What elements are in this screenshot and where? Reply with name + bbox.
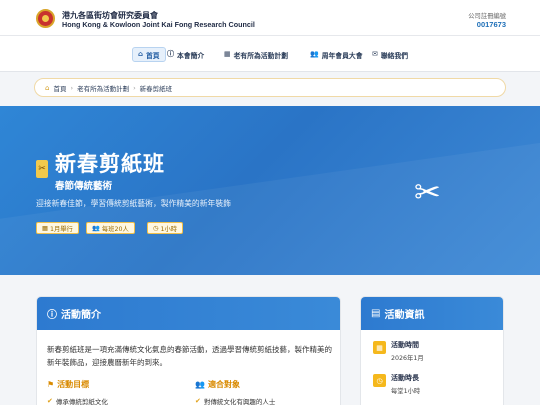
info-icon: ⓘ	[47, 310, 57, 321]
goals-heading: ⚑ 活動目標	[47, 379, 89, 390]
breadcrumb-parent[interactable]: 老有所為活動計劃	[77, 83, 129, 93]
nav-item-label: 本會簡介	[177, 51, 205, 60]
scissors-badge-icon: ✂	[36, 160, 48, 178]
tag-label: 1小時	[160, 225, 178, 233]
tag-month: ▦ 1月舉行	[36, 222, 79, 234]
nav-item-label: 周年會員大會	[321, 51, 363, 60]
scissors-icon: ✂	[414, 173, 441, 211]
nav-item-label: 首頁	[146, 51, 160, 60]
nav-item-label: 聯絡我們	[380, 51, 409, 60]
card-header: ▤ 活動資訊	[361, 297, 503, 330]
info-item-time: ▦ 活動時間 2026年1月	[373, 340, 424, 362]
calendar-icon: ▦	[42, 224, 48, 232]
check-icon: ✔	[47, 397, 53, 405]
page-title: 新春剪紙班	[55, 152, 165, 176]
breadcrumb: ⌂ 首頁 › 老有所為活動計劃 › 新春剪紙班	[34, 78, 506, 97]
flag-icon: ⚑	[47, 380, 55, 389]
envelope-icon: ✉	[372, 50, 378, 58]
audience-heading: 👥 適合對象	[195, 379, 240, 390]
site-header: 港九各區街坊會研究委員會 Hong Kong & Kowloon Joint K…	[0, 0, 540, 36]
activity-intro-card: ⓘ 活動簡介 新春剪紙班是一項充滿傳統文化氣息的春節活動，透過學習傳統剪紙技藝，…	[36, 296, 341, 405]
tag-class-size: 👥 每班20人	[86, 222, 135, 234]
nav-item-agm[interactable]: 👥 周年會員大會	[305, 47, 368, 62]
tag-label: 1月舉行	[49, 225, 73, 233]
clock-icon: ◷	[153, 224, 159, 232]
info-icon: ⓘ	[167, 50, 174, 58]
tag-duration: ◷ 1小時	[147, 222, 184, 234]
company-reg-number: 0017673	[476, 20, 506, 29]
activity-info-card: ▤ 活動資訊 ▦ 活動時間 2026年1月 ◷ 活動時長 每堂1小時	[360, 296, 504, 405]
document-icon: ▤	[371, 308, 381, 319]
home-icon[interactable]: ⌂	[45, 84, 49, 92]
check-icon: ✔	[195, 397, 201, 405]
info-value: 2026年1月	[391, 355, 424, 362]
calendar-icon: ▦	[224, 50, 231, 58]
goal-item: ✔ 傳承傳統剪紙文化	[47, 396, 108, 405]
card-header: ⓘ 活動簡介	[37, 297, 340, 330]
nav-item-label: 老有所為活動計劃	[233, 51, 288, 60]
users-icon: 👥	[195, 380, 205, 389]
org-name-en[interactable]: Hong Kong & Kowloon Joint Kai Fong Resea…	[62, 20, 255, 29]
hero-banner: ✂ 新春剪紙班 春節傳統藝術 迎接新春佳節，學習傳統剪紙藝術，製作精美的新年裝飾…	[0, 106, 540, 275]
main-nav: ⌂ 首頁 ⓘ 本會簡介 ▦ 老有所為活動計劃 👥 周年會員大會 ✉ 聯絡我們	[0, 36, 540, 72]
users-icon: 👥	[310, 50, 319, 58]
info-item-duration: ◷ 活動時長 每堂1小時	[373, 373, 420, 395]
card-title: 活動資訊	[384, 310, 425, 321]
tag-label: 每班20人	[101, 225, 129, 233]
audience-text: 對傳統文化有興趣的人士	[203, 398, 276, 405]
nav-item-elderly-program[interactable]: ▦ 老有所為活動計劃	[219, 47, 293, 62]
audience-item: ✔ 對傳統文化有興趣的人士	[195, 396, 275, 405]
breadcrumb-separator: ›	[133, 83, 136, 92]
info-label: 活動時長	[391, 374, 419, 382]
page-subtitle: 春節傳統藝術	[55, 181, 113, 192]
users-icon: 👥	[92, 225, 100, 232]
breadcrumb-current: 新春剪紙班	[139, 84, 173, 93]
goal-text: 傳承傳統剪紙文化	[55, 398, 108, 405]
breadcrumb-home[interactable]: 首頁	[53, 83, 66, 93]
company-reg-label: 公司註冊編號	[468, 13, 506, 20]
card-title: 活動簡介	[61, 310, 101, 321]
nav-item-home[interactable]: ⌂ 首頁	[132, 47, 166, 62]
clock-icon: ◷	[373, 374, 386, 387]
org-logo-icon[interactable]	[36, 9, 55, 28]
home-icon: ⌂	[138, 50, 144, 58]
info-value: 每堂1小時	[391, 388, 421, 395]
calendar-icon: ▦	[373, 341, 386, 354]
info-label: 活動時間	[391, 341, 419, 349]
goals-title: 活動目標	[57, 380, 90, 389]
nav-item-contact[interactable]: ✉ 聯絡我們	[367, 47, 413, 62]
breadcrumb-separator: ›	[70, 83, 74, 92]
hero-description: 迎接新春佳節，學習傳統剪紙藝術，製作精美的新年裝飾	[36, 199, 231, 208]
intro-text: 新春剪紙班是一項充滿傳統文化氣息的春節活動，透過學習傳統剪紙技藝，製作精美的新年…	[47, 345, 332, 367]
nav-item-about[interactable]: ⓘ 本會簡介	[162, 47, 209, 62]
audience-title: 適合對象	[207, 380, 240, 389]
